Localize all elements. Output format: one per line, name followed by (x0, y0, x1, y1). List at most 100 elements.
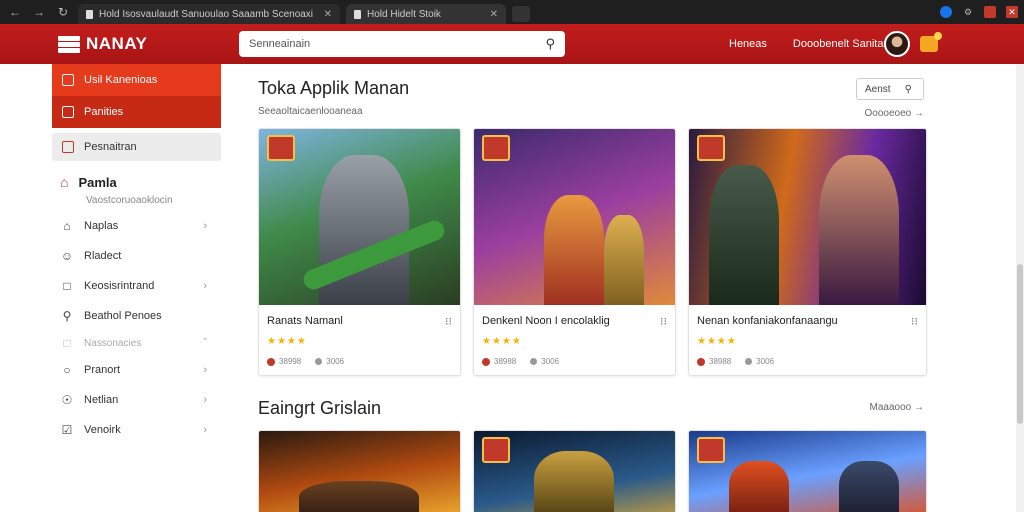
app-cover-image (689, 129, 926, 305)
downloads-value: 38988 (709, 357, 732, 366)
sidebar-hero-item-2[interactable]: Panities (52, 96, 221, 128)
size-icon (530, 358, 538, 366)
downloads-value: 38998 (279, 357, 302, 366)
sidebar-item-label: Beathol Penoes (84, 310, 162, 322)
app-cover-image (474, 431, 675, 512)
chevron-right-icon: › (203, 394, 207, 406)
section-subtitle: Seeaoltaicaenlooaneaa (258, 106, 363, 117)
tab-title: Hold Isosvaulaudt Sanuoulao Saaamb Sceno… (99, 8, 314, 20)
chevron-right-icon: › (203, 424, 207, 436)
chevron-right-icon: › (203, 280, 207, 292)
reload-icon[interactable]: ↻ (54, 3, 72, 21)
tab-title: Hold Hidelt Stoik (367, 8, 441, 20)
app-card[interactable] (473, 430, 676, 512)
see-more-label: Ooooeoeo (864, 108, 912, 119)
scrollbar[interactable] (1016, 64, 1024, 512)
app-card[interactable]: Ranats Namanl ⁝⁝ ★★★★ 38998 3006 (258, 128, 461, 376)
app-card[interactable] (258, 430, 461, 512)
sidebar-item[interactable]: ⚲ Beathol Penoes (52, 301, 221, 331)
info-icon: ☉ (61, 393, 73, 407)
header-link-2[interactable]: Dooobenelt Sanitan (793, 38, 890, 50)
scrollbar-thumb[interactable] (1017, 264, 1023, 424)
sidebar-item[interactable]: ⌂ Naplas › (52, 211, 221, 241)
forward-icon[interactable]: → (30, 3, 48, 21)
square-icon (62, 106, 74, 118)
section-title-2: Eaingrt Grislain (258, 398, 382, 418)
app-cover-image (259, 431, 460, 512)
app-card-row: Ranats Namanl ⁝⁝ ★★★★ 38998 3006 Denkenl… (258, 128, 927, 376)
app-logo[interactable]: NANAY (58, 34, 147, 54)
sidebar-item[interactable]: ○ Pranort › (52, 355, 221, 385)
size-icon (745, 358, 753, 366)
home-outline-icon: ⌂ (63, 219, 71, 233)
sidebar-item-label: Keosisrintrand (84, 280, 155, 292)
sidebar-item-label: Pranort (84, 364, 121, 376)
app-card[interactable]: Denkenl Noon I encolaklig ⁝⁝ ★★★★ 38988 … (473, 128, 676, 376)
download-icon (267, 357, 275, 366)
chat-icon: ○ (63, 363, 71, 377)
more-options-icon[interactable]: ⁝⁝ (445, 315, 452, 328)
search-icon: ⚲ (904, 83, 912, 95)
arrow-right-icon: → (914, 108, 924, 119)
downloads-stat: 38998 (267, 357, 301, 366)
notification-badge (934, 32, 942, 40)
sidebar-item[interactable]: □ Keosisrintrand › (52, 271, 221, 301)
app-name: Ranats Namanl (267, 315, 343, 327)
sidebar-item-home[interactable]: ⌂ Pamla (52, 169, 221, 195)
back-icon[interactable]: ← (6, 3, 24, 21)
search-placeholder: Senneainain (249, 38, 311, 50)
sidebar-item-label: Nassonacies (84, 337, 142, 349)
avatar[interactable] (884, 31, 910, 57)
size-stat: 3006 (530, 357, 559, 366)
square-icon: □ (63, 279, 71, 293)
see-more-link[interactable]: Ooooeoeo → (865, 108, 925, 119)
sidebar-item-label: Rladect (84, 250, 122, 262)
window-controls: ⚙ ✕ (940, 6, 1018, 18)
tab-favicon (354, 9, 361, 19)
sidebar-item[interactable]: ☺ Rladect (52, 241, 221, 271)
app-badge-icon (482, 437, 510, 463)
more-options-icon[interactable]: ⁝⁝ (911, 315, 918, 328)
sidebar-item-label: Usil Kanenioas (84, 74, 158, 86)
extension-icon[interactable] (940, 6, 952, 18)
chevron-right-icon: › (203, 364, 207, 376)
browser-tab-2[interactable]: Hold Hidelt Stoik ✕ (346, 4, 506, 24)
page-body: Usil Kanenioas Panities Pesnaitran ⌂ Pam… (0, 64, 1024, 512)
close-tab-icon[interactable]: ✕ (324, 9, 332, 20)
app-badge-icon (482, 135, 510, 161)
record-icon[interactable] (984, 6, 996, 18)
tab-favicon (86, 9, 93, 19)
header-link-1[interactable]: Heneas (729, 38, 767, 50)
settings-icon[interactable]: ⚙ (962, 6, 974, 18)
sidebar-hero-item-1[interactable]: Usil Kanenioas (52, 64, 221, 96)
logo-text: NANAY (86, 34, 148, 53)
see-more-link-2[interactable]: Maaaooo → (870, 402, 924, 413)
sidebar-item[interactable]: ☑ Venoirk › (52, 415, 221, 445)
sidebar-item-selected[interactable]: Pesnaitran (52, 133, 221, 161)
search-input[interactable]: Senneainain ⚲ (239, 31, 565, 57)
sidebar-item-label: Venoirk (84, 424, 121, 436)
square-icon: □ (63, 336, 71, 350)
sidebar-item[interactable]: □ Nassonacies ˇ (52, 331, 221, 355)
app-badge-icon (267, 135, 295, 161)
home-icon: ⌂ (60, 174, 69, 190)
square-icon (62, 141, 74, 153)
app-cover-image (259, 129, 460, 305)
app-card[interactable]: Nenan konfaniakonfanaangu ⁝⁝ ★★★★ 38988 … (688, 128, 927, 376)
filter-dropdown[interactable]: Aenst ⚲ (856, 78, 924, 100)
search-icon[interactable]: ⚲ (545, 36, 555, 52)
close-window-icon[interactable]: ✕ (1006, 6, 1018, 18)
sidebar-item-label: Naplas (84, 220, 119, 232)
size-icon (315, 358, 323, 366)
size-stat: 3006 (315, 357, 344, 366)
close-tab-icon[interactable]: ✕ (490, 9, 498, 20)
browser-tab-1[interactable]: Hold Isosvaulaudt Sanuoulao Saaamb Sceno… (78, 4, 340, 24)
section-title: Toka Applik Manan (258, 78, 410, 98)
chevron-right-icon: › (203, 220, 207, 232)
star-rating: ★★★★ (482, 336, 522, 347)
app-card[interactable] (688, 430, 927, 512)
more-options-icon[interactable]: ⁝⁝ (660, 315, 667, 328)
sidebar-item[interactable]: ☉ Netlian › (52, 385, 221, 415)
new-tab-button[interactable] (512, 6, 530, 22)
star-rating: ★★★★ (697, 336, 737, 347)
